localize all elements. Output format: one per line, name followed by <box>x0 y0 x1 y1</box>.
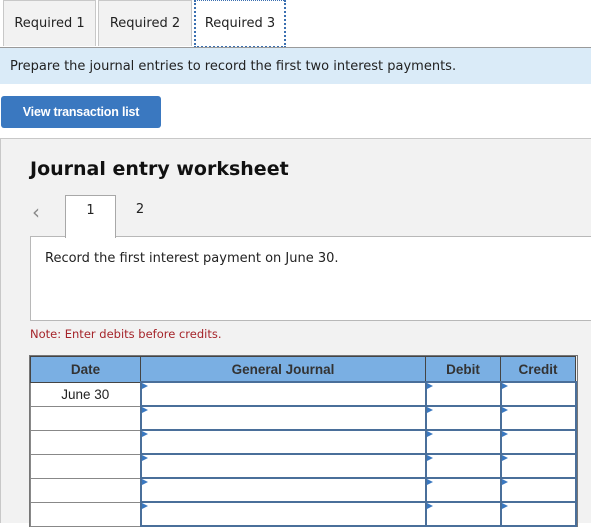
table-header-row: Date General Journal Debit Credit <box>30 356 576 383</box>
account-input[interactable] <box>139 453 427 479</box>
table-row: June 30 <box>30 381 577 407</box>
date-cell <box>30 477 141 503</box>
date-cell <box>30 501 141 527</box>
worksheet-title: Journal entry worksheet <box>30 158 289 180</box>
column-header-credit: Credit <box>500 356 576 383</box>
instruction-banner: Prepare the journal entries to record th… <box>0 47 591 84</box>
table-row <box>30 477 577 503</box>
date-cell: June 30 <box>30 381 141 407</box>
date-cell <box>30 453 141 479</box>
credit-input[interactable] <box>499 405 577 431</box>
credit-input[interactable] <box>499 477 577 503</box>
tab-required-2[interactable]: Required 2 <box>98 0 192 46</box>
journal-table: Date General Journal Debit Credit June 3… <box>29 355 578 527</box>
tab-required-1[interactable]: Required 1 <box>3 0 96 46</box>
debit-input[interactable] <box>424 429 502 455</box>
credit-input[interactable] <box>499 453 577 479</box>
account-input[interactable] <box>139 477 427 503</box>
debit-input[interactable] <box>424 477 502 503</box>
page-tab-2[interactable]: 2 <box>120 195 160 237</box>
credit-input[interactable] <box>499 501 577 527</box>
date-cell <box>30 405 141 431</box>
debit-input[interactable] <box>424 381 502 407</box>
account-input[interactable] <box>139 405 427 431</box>
page-tab-1[interactable]: 1 <box>65 195 116 238</box>
debit-input[interactable] <box>424 405 502 431</box>
date-cell <box>30 429 141 455</box>
account-input[interactable] <box>139 429 427 455</box>
tab-bar: Required 1 Required 2 Required 3 <box>0 0 591 48</box>
table-row <box>30 429 577 455</box>
entry-description: Record the first interest payment on Jun… <box>45 251 339 266</box>
table-row <box>30 405 577 431</box>
credit-input[interactable] <box>499 429 577 455</box>
debit-input[interactable] <box>424 453 502 479</box>
account-input[interactable] <box>139 381 427 407</box>
table-row <box>30 453 577 479</box>
debit-input[interactable] <box>424 501 502 527</box>
tab-required-3[interactable]: Required 3 <box>194 0 286 48</box>
entry-description-box: Record the first interest payment on Jun… <box>30 236 591 321</box>
view-transaction-list-button[interactable]: View transaction list <box>1 96 161 128</box>
column-header-general-journal: General Journal <box>140 356 426 383</box>
column-header-debit: Debit <box>425 356 501 383</box>
chevron-left-icon[interactable]: ‹ <box>32 200 40 224</box>
credit-input[interactable] <box>499 381 577 407</box>
column-header-date: Date <box>30 356 141 383</box>
table-row <box>30 501 577 527</box>
account-input[interactable] <box>139 501 427 527</box>
debit-credit-note: Note: Enter debits before credits. <box>30 327 222 341</box>
